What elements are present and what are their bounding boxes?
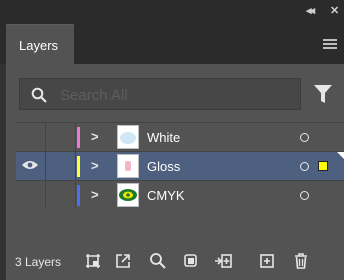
delete-icon[interactable] [292, 252, 310, 270]
cmyk-thumbnail [117, 183, 139, 207]
search-input[interactable] [60, 84, 290, 106]
new-layer-icon[interactable] [258, 252, 276, 270]
clipping-mask-icon[interactable] [182, 252, 200, 270]
panel-footer: 3 Layers [6, 244, 344, 280]
search-box[interactable] [19, 78, 301, 110]
target-icon[interactable] [300, 133, 309, 142]
visibility-toggle[interactable] [16, 152, 46, 180]
gloss-thumbnail [117, 154, 139, 178]
current-layer-indicator [337, 152, 344, 159]
layer-name[interactable]: CMYK [147, 188, 185, 203]
chevron-right-icon[interactable]: > [91, 158, 99, 174]
layer-color-bar [77, 156, 80, 177]
chevron-right-icon[interactable]: > [91, 187, 99, 203]
locate-object-icon[interactable] [149, 252, 167, 270]
export-icon[interactable] [114, 252, 132, 270]
tab-label: Layers [19, 38, 59, 53]
lock-toggle[interactable] [46, 181, 76, 209]
chevron-right-icon[interactable]: > [91, 129, 99, 145]
layer-count: 3 Layers [15, 255, 62, 269]
close-icon[interactable]: ✕ [330, 5, 339, 17]
layer-name[interactable]: Gloss [147, 159, 180, 174]
tab-bar: Layers [0, 24, 344, 64]
visibility-toggle[interactable] [16, 123, 46, 151]
double-chevron-icon[interactable]: ◂◂ [306, 5, 315, 17]
layer-row-gloss[interactable]: > Gloss [16, 151, 344, 180]
target-icon[interactable] [300, 162, 309, 171]
new-sublayer-icon[interactable] [214, 252, 232, 270]
layer-color-bar [77, 185, 80, 206]
selection-indicator[interactable] [318, 161, 328, 171]
filter-icon[interactable] [314, 84, 332, 104]
search-icon [31, 87, 47, 103]
layer-color-bar [77, 127, 80, 148]
layer-name[interactable]: White [147, 130, 180, 145]
lock-toggle[interactable] [46, 152, 76, 180]
white-thumbnail [117, 125, 139, 149]
layer-row-white[interactable]: > White [16, 122, 344, 151]
target-icon[interactable] [300, 191, 309, 200]
lock-toggle[interactable] [46, 123, 76, 151]
tab-layers[interactable]: Layers [6, 24, 74, 64]
visibility-toggle[interactable] [16, 181, 46, 209]
panel-title-bar: ◂◂ ✕ [0, 0, 344, 24]
layer-row-cmyk[interactable]: > CMYK [16, 180, 344, 209]
layers-list: > White > Gloss > CMYK [16, 122, 344, 210]
hamburger-menu-icon[interactable] [323, 39, 337, 50]
artboard-icon[interactable] [84, 252, 102, 270]
eye-icon [22, 161, 38, 169]
